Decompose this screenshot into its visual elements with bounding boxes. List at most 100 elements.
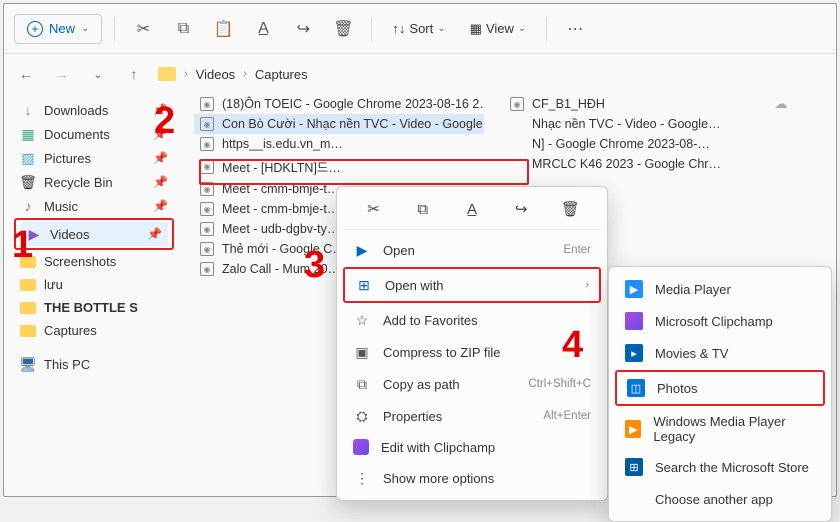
rename-icon[interactable]: A̲ [247, 13, 279, 45]
folder-icon [158, 67, 176, 81]
cut-icon[interactable]: ✂ [127, 13, 159, 45]
video-file-icon: ◉ [200, 222, 214, 236]
sub-store[interactable]: ⊞Search the Microsoft Store [615, 451, 825, 483]
share-icon[interactable]: ↪ [287, 13, 319, 45]
ctx-open[interactable]: ▶OpenEnter [343, 234, 601, 266]
sidebar-item-screenshots[interactable]: Screenshots [14, 250, 174, 273]
chevron-down-icon: ⌄ [81, 23, 89, 34]
video-file-icon: ◉ [200, 242, 214, 256]
sort-icon: ↑↓ [392, 21, 405, 36]
sidebar-item-downloads[interactable]: ↓Downloads📌 [14, 98, 174, 122]
file-item[interactable]: ◉https__is.edu.vn_m… [194, 134, 484, 154]
openwith-submenu: ▶Media Player Microsoft Clipchamp ▸Movie… [608, 266, 832, 522]
video-file-icon: ◉ [200, 262, 214, 276]
new-label: New [49, 21, 75, 36]
store-icon: ⊞ [625, 458, 643, 476]
chevron-right-icon: › [585, 279, 589, 291]
navbar: ← → ⌄ ↑ › Videos › Captures [4, 54, 836, 94]
explorer-window: + New ⌄ ✂ ⧉ 📋 A̲ ↪ 🗑 ↑↓ Sort ⌄ ▦ View ⌄ … [3, 3, 837, 497]
sidebar-item-recyclebin[interactable]: 🗑Recycle Bin📌 [14, 170, 174, 194]
file-item[interactable]: ◉Meet - [HDKLTN]드… [194, 154, 484, 179]
toolbar: + New ⌄ ✂ ⧉ 📋 A̲ ↪ 🗑 ↑↓ Sort ⌄ ▦ View ⌄ … [4, 4, 836, 54]
blank-icon [625, 490, 643, 508]
ctx-properties[interactable]: ⛭PropertiesAlt+Enter [343, 400, 601, 432]
sort-dropdown[interactable]: ↑↓ Sort ⌄ [384, 15, 453, 42]
plus-icon: + [27, 21, 43, 37]
sub-wmp[interactable]: ▶Windows Media Player Legacy [615, 407, 825, 451]
view-dropdown[interactable]: ▦ View ⌄ [462, 15, 535, 43]
annotation-2: 2 [154, 100, 175, 143]
folder-icon [20, 302, 36, 314]
sidebar-item-thispc[interactable]: 🖥This PC [14, 352, 174, 376]
mediaplayer-icon: ▶ [625, 280, 643, 298]
forward-button[interactable]: → [50, 62, 74, 86]
video-file-icon: ◉ [200, 117, 214, 131]
wmp-icon: ▶ [625, 420, 641, 438]
sub-mediaplayer[interactable]: ▶Media Player [615, 273, 825, 305]
breadcrumb[interactable]: › Videos › Captures [158, 67, 308, 82]
paste-icon[interactable]: 📋 [207, 13, 239, 45]
rename-icon[interactable]: A̲ [460, 197, 484, 221]
share-icon[interactable]: ↪ [509, 197, 533, 221]
breadcrumb-captures[interactable]: Captures [255, 67, 308, 82]
sub-photos[interactable]: ◫Photos [617, 372, 823, 404]
context-toolbar: ✂ ⧉ A̲ ↪ 🗑 [343, 193, 601, 230]
file-item[interactable]: ◉CF_B1_HĐH☁ [504, 94, 794, 114]
sidebar-item-luu[interactable]: lưu [14, 273, 174, 296]
cut-icon[interactable]: ✂ [362, 197, 386, 221]
moviestv-icon: ▸ [625, 344, 643, 362]
sidebar-item-videos[interactable]: ▶Videos📌 [20, 222, 168, 246]
chevron-down-icon: ⌄ [518, 23, 526, 34]
ctx-copypath[interactable]: ⧉Copy as pathCtrl+Shift+C [343, 368, 601, 400]
ctx-openwith[interactable]: ⊞Open with› [345, 269, 599, 301]
sidebar-item-bottle[interactable]: THE BOTTLE S [14, 296, 174, 319]
annotation-4: 4 [562, 324, 583, 367]
sub-moviestv[interactable]: ▸Movies & TV [615, 337, 825, 369]
photos-icon: ◫ [627, 379, 645, 397]
sidebar-item-pictures[interactable]: ▨Pictures📌 [14, 146, 174, 170]
annotation-3: 3 [304, 244, 325, 287]
chevron-down-icon: ⌄ [437, 23, 445, 34]
folder-icon [20, 279, 36, 291]
sub-clipchamp[interactable]: Microsoft Clipchamp [615, 305, 825, 337]
sort-label: Sort [409, 21, 433, 36]
file-item[interactable]: ◉Nhạc nền TVC - Video - Google… [504, 114, 794, 134]
properties-icon: ⛭ [353, 407, 371, 425]
video-file-icon: ◉ [200, 182, 214, 196]
pin-icon: 📌 [147, 227, 162, 241]
file-item[interactable]: ◉N] - Google Chrome 2023-08-… [504, 134, 794, 154]
view-icon: ▦ [470, 21, 482, 37]
sidebar-item-captures[interactable]: Captures [14, 319, 174, 342]
video-file-icon: ◉ [200, 137, 214, 151]
back-button[interactable]: ← [14, 62, 38, 86]
copy-icon[interactable]: ⧉ [167, 13, 199, 45]
file-item[interactable]: ◉(18)Ôn TOEIC - Google Chrome 2023-08-16… [194, 94, 484, 114]
cloud-icon: ☁ [774, 97, 788, 111]
video-file-icon: ◉ [200, 160, 214, 174]
sidebar-item-documents[interactable]: ▦Documents📌 [14, 122, 174, 146]
ctx-more[interactable]: ⋮Show more options [343, 462, 601, 494]
breadcrumb-videos[interactable]: Videos [196, 67, 236, 82]
copy-icon[interactable]: ⧉ [411, 197, 435, 221]
openwith-icon: ⊞ [355, 276, 373, 294]
delete-icon[interactable]: 🗑 [327, 13, 359, 45]
zip-icon: ▣ [353, 343, 371, 361]
chevron-right-icon: › [243, 68, 247, 80]
sidebar: ↓Downloads📌 ▦Documents📌 ▨Pictures📌 🗑Recy… [4, 94, 184, 496]
video-file-icon: ◉ [510, 97, 524, 111]
ctx-clipchamp[interactable]: Edit with Clipchamp [343, 432, 601, 462]
file-item-selected[interactable]: ◉Con Bò Cười - Nhạc nền TVC - Video - Go… [194, 114, 484, 134]
clipchamp-icon [625, 312, 643, 330]
file-item[interactable]: ◉MRCLC K46 2023 - Google Chr… [504, 154, 794, 174]
more-icon[interactable]: ⋯ [559, 13, 591, 45]
pin-icon: 📌 [153, 199, 168, 213]
clipchamp-icon [353, 439, 369, 455]
new-button[interactable]: + New ⌄ [14, 14, 102, 44]
delete-icon[interactable]: 🗑 [558, 197, 582, 221]
sidebar-item-music[interactable]: ♪Music📌 [14, 194, 174, 218]
sub-chooseapp[interactable]: Choose another app [615, 483, 825, 515]
chevron-down-icon[interactable]: ⌄ [86, 62, 110, 86]
up-button[interactable]: ↑ [122, 62, 146, 86]
pin-icon: 📌 [153, 175, 168, 189]
star-icon: ☆ [353, 311, 371, 329]
